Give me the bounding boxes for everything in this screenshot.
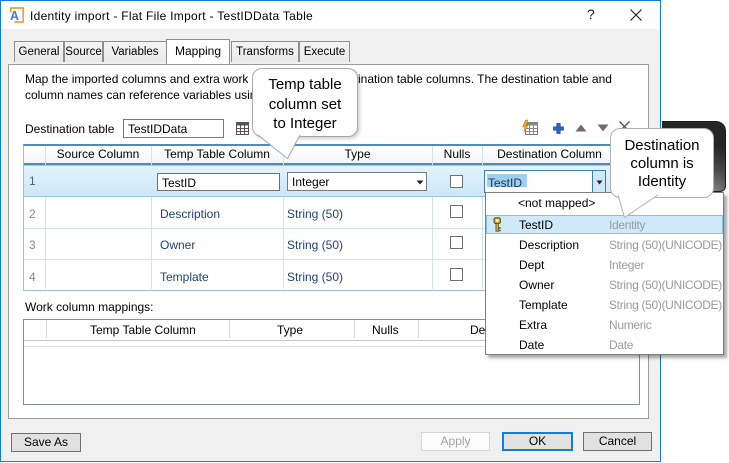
- svg-text:A: A: [10, 9, 19, 23]
